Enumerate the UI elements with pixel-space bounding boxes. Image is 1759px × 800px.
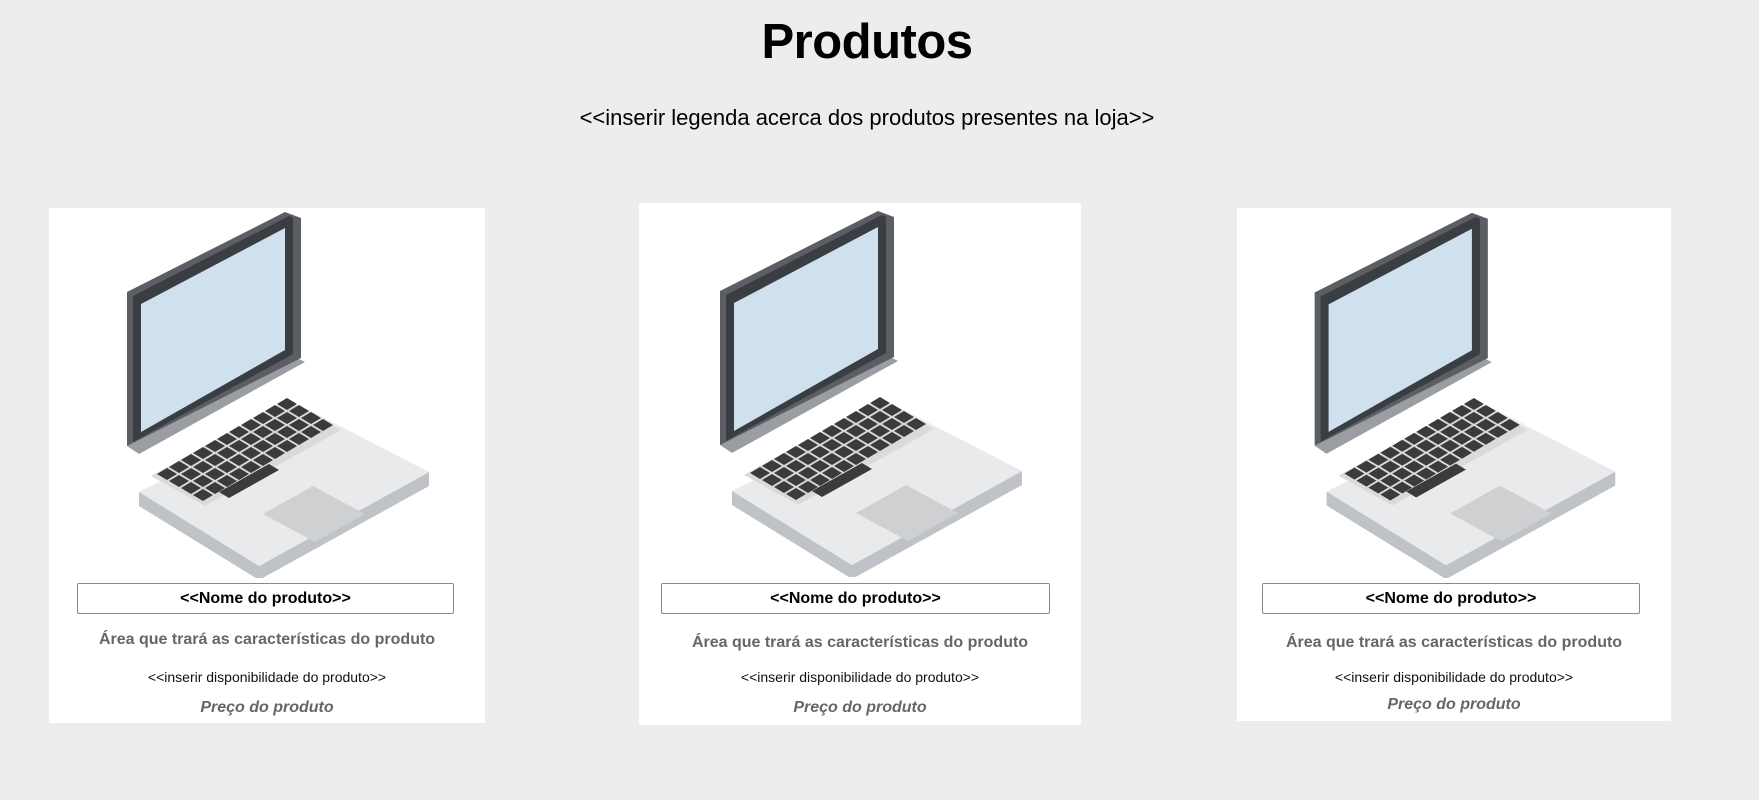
product-name[interactable]: <<Nome do produto>> [661, 583, 1050, 614]
product-card[interactable]: <<Nome do produto>> Área que trará as ca… [1237, 208, 1671, 721]
product-name[interactable]: <<Nome do produto>> [1262, 583, 1640, 614]
product-name[interactable]: <<Nome do produto>> [77, 583, 454, 614]
page-title: Produtos [761, 15, 973, 69]
product-price: Preço do produto [1387, 696, 1521, 713]
laptop-icon[interactable] [1237, 208, 1671, 578]
product-availability: <<inserir disponibilidade do produto>> [1334, 669, 1574, 685]
product-card[interactable]: <<Nome do produto>> Área que trará as ca… [639, 203, 1081, 725]
laptop-icon[interactable] [639, 207, 1081, 577]
product-price: Preço do produto [200, 699, 334, 716]
product-features: Área que trará as características do pro… [1285, 634, 1623, 651]
product-features: Área que trará as características do pro… [691, 634, 1029, 651]
product-availability: <<inserir disponibilidade do produto>> [147, 669, 387, 685]
product-card[interactable]: <<Nome do produto>> Área que trará as ca… [49, 208, 485, 723]
product-price: Preço do produto [793, 699, 927, 716]
page-subtitle: <<inserir legenda acerca dos produtos pr… [579, 105, 1155, 130]
product-availability: <<inserir disponibilidade do produto>> [740, 669, 980, 685]
laptop-icon[interactable] [49, 208, 485, 578]
product-features: Área que trará as características do pro… [98, 631, 436, 648]
